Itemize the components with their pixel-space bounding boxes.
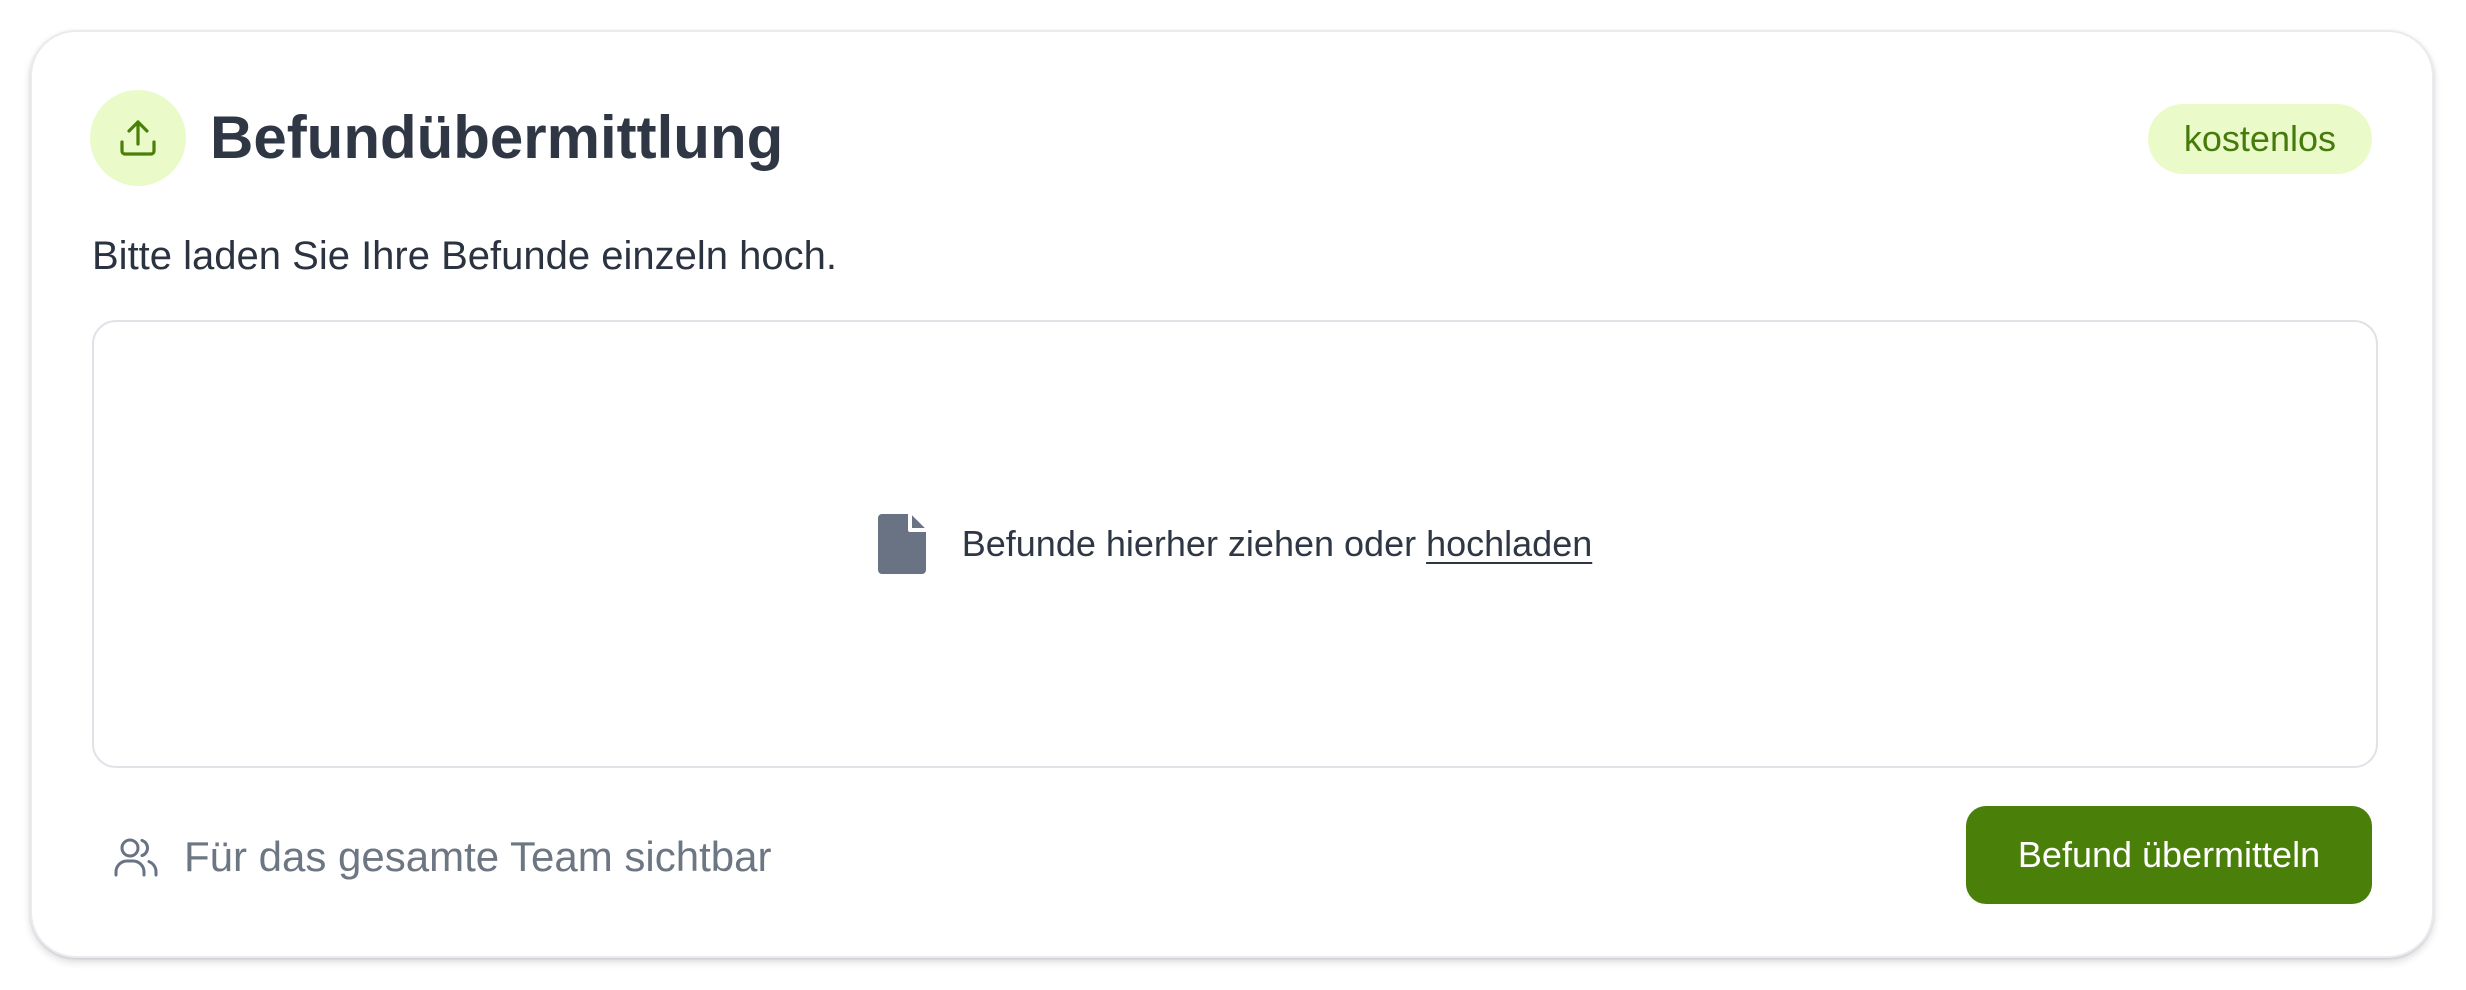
submit-button[interactable]: Befund übermitteln [1966,806,2372,904]
visibility-info: Für das gesamte Team sichtbar [112,822,772,892]
price-badge: kostenlos [2147,104,2372,174]
file-dropzone[interactable]: Befunde hierher ziehen oder hochladen [92,320,2378,768]
card-title: Befundübermittlung [210,104,784,171]
upload-card: Befundübermittlung kostenlos Bitte laden… [30,30,2434,958]
file-icon [877,514,926,574]
users-icon [112,833,160,881]
dropzone-text: Befunde hierher ziehen oder hochladen [962,520,1593,568]
upload-link[interactable]: hochladen [1426,523,1592,564]
dropzone-hint: Befunde hierher ziehen oder [961,523,1417,564]
upload-icon [90,90,186,186]
card-subtitle: Bitte laden Sie Ihre Befunde einzeln hoc… [92,234,837,278]
visibility-label: Für das gesamte Team sichtbar [184,833,772,880]
